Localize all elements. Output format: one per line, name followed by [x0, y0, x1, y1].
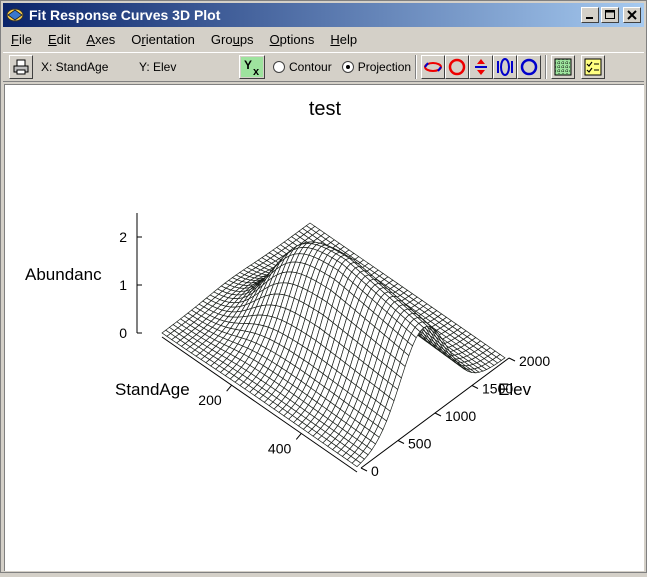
menu-item-options[interactable]: Options	[262, 32, 323, 47]
menu-item-axes[interactable]: Axes	[78, 32, 123, 47]
x-axis-label: StandAge	[115, 380, 190, 399]
checklist-icon	[584, 58, 602, 76]
plot-area[interactable]: test 0 1 2 Abundanc 200 400 StandAge 0 500 1000 150…	[4, 84, 644, 571]
tilt-vertical-icon	[475, 59, 488, 75]
y-tick-mark	[471, 385, 479, 389]
contour-radio-button[interactable]	[273, 61, 285, 73]
contour-radio[interactable]: Contour	[273, 60, 332, 74]
minimize-button[interactable]	[581, 7, 599, 23]
menu-item-edit[interactable]: Edit	[40, 32, 78, 47]
y-tick-mark	[360, 467, 368, 472]
y-tick-label: 1000	[445, 408, 476, 424]
maximize-icon	[605, 10, 615, 19]
minimize-icon	[586, 17, 593, 19]
rotate-circle-button[interactable]	[445, 55, 470, 79]
x-tick-mark	[226, 384, 233, 392]
y-variable-label: Y: Elev	[139, 60, 177, 74]
toolbar-separator	[545, 55, 548, 79]
x-variable-label: X: StandAge	[41, 60, 109, 74]
y-tick-mark	[434, 412, 442, 417]
rotate-circle-red-icon	[448, 58, 466, 76]
projection-radio-label: Projection	[357, 60, 412, 74]
menu-item-file[interactable]: File	[3, 32, 40, 47]
checklist-button[interactable]	[581, 55, 606, 79]
chart-title: test	[309, 98, 342, 120]
surface-plot: test012Abundanc200400StandAge05001000150…	[25, 98, 550, 479]
app-window: Fit Response Curves 3D Plot File Edit Axes…	[0, 0, 647, 573]
tilt-vertical-button[interactable]	[469, 55, 494, 79]
rotate-vertical-icon	[497, 58, 514, 76]
printer-icon	[13, 59, 29, 75]
app-logo-icon	[6, 8, 24, 22]
close-icon	[627, 10, 637, 20]
swap-axes-button[interactable]: Y x	[239, 55, 265, 79]
y-tick-label: 0	[371, 463, 379, 479]
projection-radio[interactable]: Projection	[341, 60, 412, 74]
grid-icon	[554, 58, 572, 76]
svg-text:Y: Y	[244, 58, 252, 72]
swap-axes-icon: Y x	[241, 57, 263, 77]
menu-item-help[interactable]: Help	[322, 32, 365, 47]
y-tick-label: 2000	[519, 353, 550, 369]
x-tick-mark	[295, 433, 302, 440]
y-tick-label: 500	[408, 436, 432, 452]
toolbar: X: StandAge Y: Elev Y x Contour Projecti…	[3, 52, 644, 82]
svg-text:x: x	[253, 66, 260, 77]
rotate-circle-blue-icon	[520, 58, 538, 76]
window-title: Fit Response Curves 3D Plot	[29, 7, 221, 23]
z-tick-label: 2	[119, 229, 127, 245]
rotate-horizontal-button[interactable]	[421, 55, 446, 79]
rotate-circle-blue-button[interactable]	[517, 55, 542, 79]
projection-radio-button[interactable]	[341, 61, 354, 73]
z-tick-label: 0	[119, 325, 127, 341]
surface-mesh	[161, 222, 506, 468]
y-axis-label: Elev	[498, 380, 532, 399]
menu-item-orientation[interactable]: Orientation	[123, 32, 203, 47]
close-button[interactable]	[623, 7, 641, 23]
menu-item-groups[interactable]: Groups	[203, 32, 262, 47]
contour-radio-label: Contour	[289, 60, 332, 74]
z-axis-label: Abundanc	[25, 265, 102, 284]
x-tick-label: 200	[198, 392, 222, 408]
maximize-button[interactable]	[601, 7, 619, 23]
title-bar[interactable]: Fit Response Curves 3D Plot	[3, 3, 644, 27]
menu-bar: File Edit Axes Orientation Groups Options Help	[3, 28, 644, 50]
grid-settings-button[interactable]	[551, 55, 576, 79]
y-tick-mark	[508, 357, 516, 362]
y-tick-mark	[397, 440, 405, 444]
rotate-vertical-button[interactable]	[493, 55, 518, 79]
x-tick-label: 400	[268, 440, 292, 456]
z-tick-label: 1	[119, 277, 127, 293]
toolbar-separator	[415, 55, 418, 79]
rotate-horizontal-icon	[424, 62, 443, 72]
print-button[interactable]	[9, 55, 33, 79]
